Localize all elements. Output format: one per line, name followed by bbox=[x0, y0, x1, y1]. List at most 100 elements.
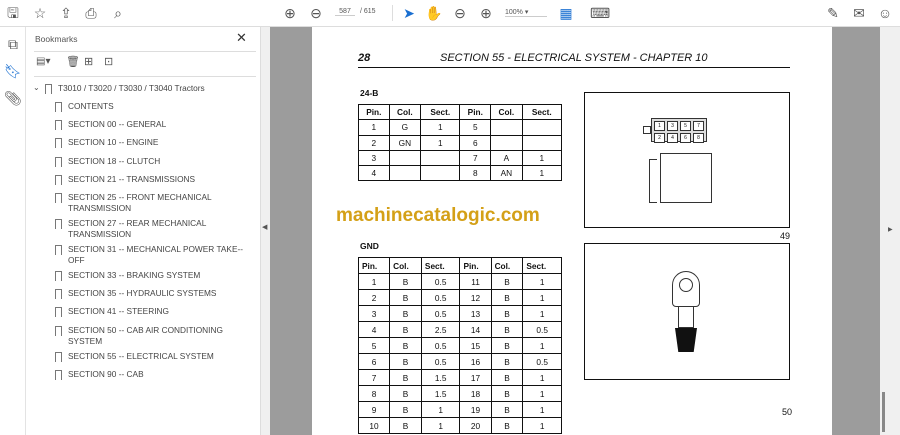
bookmark-item[interactable]: SECTION 55 -- ELECTRICAL SYSTEM bbox=[68, 351, 248, 362]
bookmark-item[interactable]: SECTION 00 -- GENERAL bbox=[68, 119, 248, 130]
gnd-table: Pin. Col. Sect. Pin. Col. Sect. 1 B 0.5 11 B 1 2 B 0.5… bbox=[357, 257, 562, 434]
bookmark-icon bbox=[55, 351, 62, 362]
table-cell: 1 bbox=[420, 134, 461, 151]
bookmark-item[interactable]: CONTENTS bbox=[68, 101, 248, 112]
connector-body bbox=[660, 153, 712, 203]
bookmark-panel-icon[interactable]: 🔖︎ bbox=[4, 62, 22, 80]
bookmark-root[interactable]: T3010 / T3020 / T3030 / T3040 Tractors bbox=[58, 83, 205, 94]
prev-page-icon[interactable]: ⊕ bbox=[281, 4, 299, 22]
table-cell: 1.5 bbox=[420, 369, 461, 386]
heading-rule bbox=[358, 67, 790, 68]
table-row: 3 7A1 bbox=[358, 149, 563, 167]
table-cell: 6 bbox=[459, 134, 492, 151]
share-user-icon[interactable]: ☺ bbox=[876, 4, 894, 22]
pdf-page: 28 SECTION 55 - ELECTRICAL SYSTEM - CHAP… bbox=[312, 27, 832, 435]
figure-number-49: 49 bbox=[780, 231, 791, 241]
zoom-select[interactable]: 100% ▾ bbox=[505, 8, 547, 17]
zoom-in-icon[interactable]: ⊕ bbox=[477, 4, 495, 22]
select-cursor-icon[interactable]: ➤ bbox=[400, 4, 418, 22]
delete-icon[interactable]: 🗑︎ bbox=[66, 55, 80, 68]
table-cell: B bbox=[490, 417, 524, 434]
collapse-arrow-icon[interactable]: ◀ bbox=[262, 223, 267, 231]
new-bookmark-icon[interactable]: ⊞ bbox=[84, 55, 93, 68]
table-cell: B bbox=[389, 401, 422, 418]
table-cell: 1 bbox=[522, 401, 562, 418]
table-cell: B bbox=[389, 385, 422, 402]
pin-label: 6 bbox=[680, 133, 691, 143]
bookmark-icon bbox=[55, 325, 62, 336]
divider bbox=[392, 5, 393, 21]
bookmark-item[interactable]: SECTION 27 -- REAR MECHANICAL TRANSMISSI… bbox=[68, 218, 248, 240]
print-icon[interactable]: ⎙ bbox=[82, 4, 100, 22]
bookmark-item[interactable]: SECTION 31 -- MECHANICAL POWER TAKE--OFF bbox=[68, 244, 248, 266]
table-cell: 0.5 bbox=[420, 337, 461, 354]
zoom-out-icon[interactable]: ⊖ bbox=[451, 4, 469, 22]
bookmark-item[interactable]: SECTION 18 -- CLUTCH bbox=[68, 156, 248, 167]
terminal-sleeve bbox=[675, 328, 697, 352]
table-row: 8 B 1.5 18 B 1 bbox=[357, 385, 562, 402]
table-row: 4 8 AN 1 bbox=[358, 165, 563, 182]
bookmark-item[interactable]: SECTION 35 -- HYDRAULIC SYSTEMS bbox=[68, 288, 248, 299]
bookmark-item[interactable]: SECTION 21 -- TRANSMISSIONS bbox=[68, 174, 248, 185]
scroll-mode-icon[interactable]: ⌨ bbox=[590, 4, 610, 22]
column-header: Col. bbox=[490, 257, 524, 274]
bookmark-icon bbox=[55, 271, 62, 281]
column-header: Col. bbox=[490, 103, 523, 121]
bookmark-item[interactable]: SECTION 33 -- BRAKING SYSTEM bbox=[68, 270, 248, 281]
table-cell: 0.5 bbox=[420, 305, 461, 322]
table-cell: GN bbox=[388, 134, 422, 151]
table-cell: B bbox=[490, 337, 524, 354]
table-cell: 7 bbox=[459, 149, 492, 167]
left-rail: ⧉ 🔖︎ 📎︎ bbox=[0, 27, 26, 435]
upload-icon[interactable]: ⇪ bbox=[57, 4, 75, 22]
table-cell: 2 bbox=[357, 289, 391, 306]
column-header: Pin. bbox=[357, 257, 391, 274]
table-header: Pin. Col. Sect. Pin. Col. Sect. bbox=[358, 103, 563, 121]
next-page-icon[interactable]: ⊖ bbox=[307, 4, 325, 22]
bookmark-item[interactable]: SECTION 25 -- FRONT MECHANICAL TRANSMISS… bbox=[68, 192, 248, 214]
find-bookmark-icon[interactable]: ⊡ bbox=[104, 55, 113, 68]
bookmark-item[interactable]: SECTION 90 -- CAB bbox=[68, 369, 248, 380]
attachment-icon[interactable]: 📎︎ bbox=[4, 89, 22, 107]
expand-arrow-icon[interactable]: ▶ bbox=[888, 226, 893, 233]
pages-icon[interactable]: ⧉ bbox=[4, 35, 22, 53]
column-header: Pin. bbox=[459, 257, 492, 274]
close-icon[interactable]: ✕ bbox=[236, 30, 247, 46]
bookmark-item[interactable]: SECTION 10 -- ENGINE bbox=[68, 137, 248, 148]
column-header: Sect. bbox=[521, 103, 563, 121]
table-cell: B bbox=[389, 273, 422, 290]
pin-label: 7 bbox=[693, 121, 704, 131]
fit-page-icon[interactable]: ▦ bbox=[557, 4, 575, 22]
table-cell: 0.5 bbox=[420, 273, 461, 290]
page-input[interactable]: 587 bbox=[335, 8, 355, 16]
table-cell: 1 bbox=[357, 273, 391, 290]
search-icon[interactable]: ⌕ bbox=[109, 4, 127, 22]
table-cell: 19 bbox=[459, 401, 492, 418]
bookmark-icon bbox=[55, 245, 62, 255]
table-cell: 12 bbox=[459, 289, 492, 306]
table-cell: 13 bbox=[459, 305, 492, 322]
sign-icon[interactable]: ✎ bbox=[824, 4, 842, 22]
mail-icon[interactable]: ✉ bbox=[850, 4, 868, 22]
bookmarks-panel: Bookmarks ✕ ▤▾ 🗑︎ ⊞ ⊡ ⌄ T3010 / T3020 / … bbox=[26, 27, 260, 435]
vertical-scrollbar[interactable]: ▶ bbox=[880, 27, 900, 435]
table-cell: B bbox=[490, 369, 524, 386]
table-cell: 16 bbox=[459, 353, 492, 370]
hand-icon[interactable]: ✋ bbox=[425, 4, 443, 22]
table-cell: B bbox=[490, 321, 524, 338]
chevron-down-icon[interactable]: ⌄ bbox=[33, 83, 40, 92]
options-menu-icon[interactable]: ▤▾ bbox=[36, 56, 50, 67]
table-row: 2 B 0.5 12 B 1 bbox=[357, 289, 562, 306]
bookmark-icon bbox=[55, 120, 62, 131]
table-cell: B bbox=[389, 417, 422, 434]
star-icon[interactable]: ☆ bbox=[31, 4, 49, 22]
scroll-thumb[interactable] bbox=[882, 392, 885, 432]
save-icon[interactable]: 🖫 bbox=[4, 4, 22, 22]
bookmark-item[interactable]: SECTION 50 -- CAB AIR CONDITIONING SYSTE… bbox=[68, 325, 248, 347]
table-row: 10 B 1 20 B 1 bbox=[357, 417, 562, 434]
table-cell: 1 bbox=[522, 337, 562, 354]
table-row: 2 GN 1 6 bbox=[358, 134, 563, 151]
bookmark-icon bbox=[55, 219, 62, 229]
bookmark-item[interactable]: SECTION 41 -- STEERING bbox=[68, 306, 248, 317]
panel-collapse[interactable]: ◀ bbox=[260, 27, 270, 435]
